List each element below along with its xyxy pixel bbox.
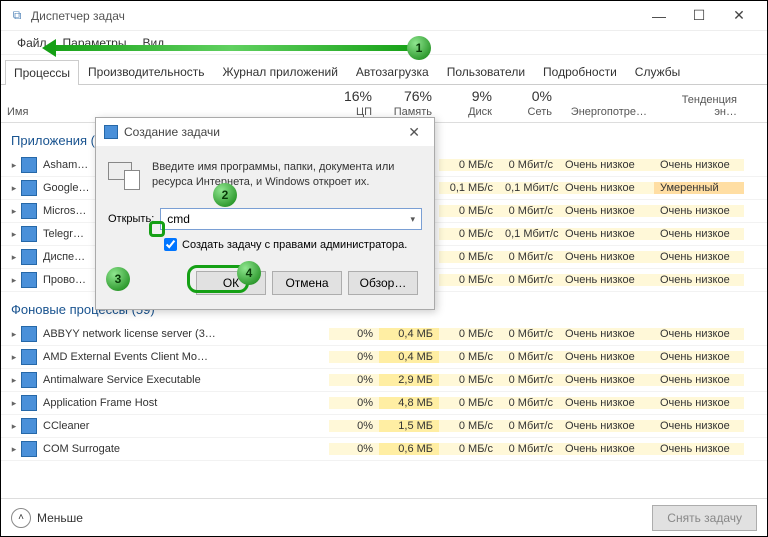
table-row[interactable]: ▸Antimalware Service Executable 0% 2,9 М… <box>1 369 767 392</box>
menubar: Файл Параметры Вид <box>1 31 767 55</box>
dialog-description: Введите имя программы, папки, документа … <box>152 160 422 194</box>
col-disk[interactable]: 9%Диск <box>439 86 499 122</box>
table-row[interactable]: ▸CCleaner 0% 1,5 МБ 0 МБ/с 0 Мбит/с Очен… <box>1 415 767 438</box>
open-input[interactable]: cmd ▾ <box>160 208 422 230</box>
task-manager-icon: ⧉ <box>9 8 25 24</box>
table-row[interactable]: ▸AMD External Events Client Mo… 0% 0,4 М… <box>1 346 767 369</box>
tab-details[interactable]: Подробности <box>534 59 626 84</box>
app-icon <box>21 203 37 219</box>
cancel-button[interactable]: Отмена <box>272 271 342 295</box>
annotation-badge-2: 2 <box>213 183 237 207</box>
app-icon <box>21 249 37 265</box>
tab-users[interactable]: Пользователи <box>438 59 534 84</box>
footer: ˄ Меньше Снять задачу <box>1 498 767 536</box>
annotation-arrow <box>45 45 417 51</box>
titlebar: ⧉ Диспетчер задач — ☐ ✕ <box>1 1 767 31</box>
dialog-title: Создание задачи <box>124 125 220 139</box>
tab-performance[interactable]: Производительность <box>79 59 213 84</box>
annotation-badge-1: 1 <box>407 36 431 60</box>
app-icon <box>21 418 37 434</box>
tabs: Процессы Производительность Журнал прило… <box>1 55 767 85</box>
app-icon <box>21 395 37 411</box>
browse-button[interactable]: Обзор… <box>348 271 418 295</box>
app-icon <box>21 326 37 342</box>
table-row[interactable]: ▸Application Frame Host 0% 4,8 МБ 0 МБ/с… <box>1 392 767 415</box>
dialog-icon <box>104 125 118 139</box>
table-row[interactable]: ▸COM Surrogate 0% 0,6 МБ 0 МБ/с 0 Мбит/с… <box>1 438 767 461</box>
col-energy[interactable]: Энергопотре… <box>559 104 654 122</box>
table-row[interactable]: ▸ABBYY network license server (3… 0% 0,4… <box>1 323 767 346</box>
close-button[interactable]: ✕ <box>719 2 759 30</box>
col-trend[interactable]: Тенденция эн… <box>654 92 744 122</box>
annotation-badge-4: 4 <box>237 261 261 285</box>
app-icon <box>21 157 37 173</box>
col-network[interactable]: 0%Сеть <box>499 86 559 122</box>
annotation-badge-3: 3 <box>106 267 130 291</box>
tab-startup[interactable]: Автозагрузка <box>347 59 438 84</box>
chevron-up-icon: ˄ <box>11 508 31 528</box>
minimize-button[interactable]: — <box>639 2 679 30</box>
tab-app-history[interactable]: Журнал приложений <box>214 59 347 84</box>
app-icon <box>21 180 37 196</box>
app-icon <box>21 372 37 388</box>
fewer-details-button[interactable]: ˄ Меньше <box>11 508 83 528</box>
window-title: Диспетчер задач <box>31 9 639 23</box>
app-icon <box>21 349 37 365</box>
dropdown-icon[interactable]: ▾ <box>410 214 415 225</box>
tab-processes[interactable]: Процессы <box>5 60 79 85</box>
maximize-button[interactable]: ☐ <box>679 2 719 30</box>
admin-checkbox[interactable] <box>164 238 177 251</box>
tab-services[interactable]: Службы <box>626 59 689 84</box>
app-icon <box>21 272 37 288</box>
end-task-button[interactable]: Снять задачу <box>652 505 757 531</box>
app-icon <box>21 226 37 242</box>
admin-label: Создать задачу с правами администратора. <box>182 239 407 251</box>
create-task-dialog: Создание задачи ✕ Введите имя программы,… <box>95 117 435 310</box>
app-icon <box>21 441 37 457</box>
dialog-close-button[interactable]: ✕ <box>402 124 426 141</box>
open-label: Открыть: <box>108 213 154 225</box>
run-icon <box>108 160 142 194</box>
